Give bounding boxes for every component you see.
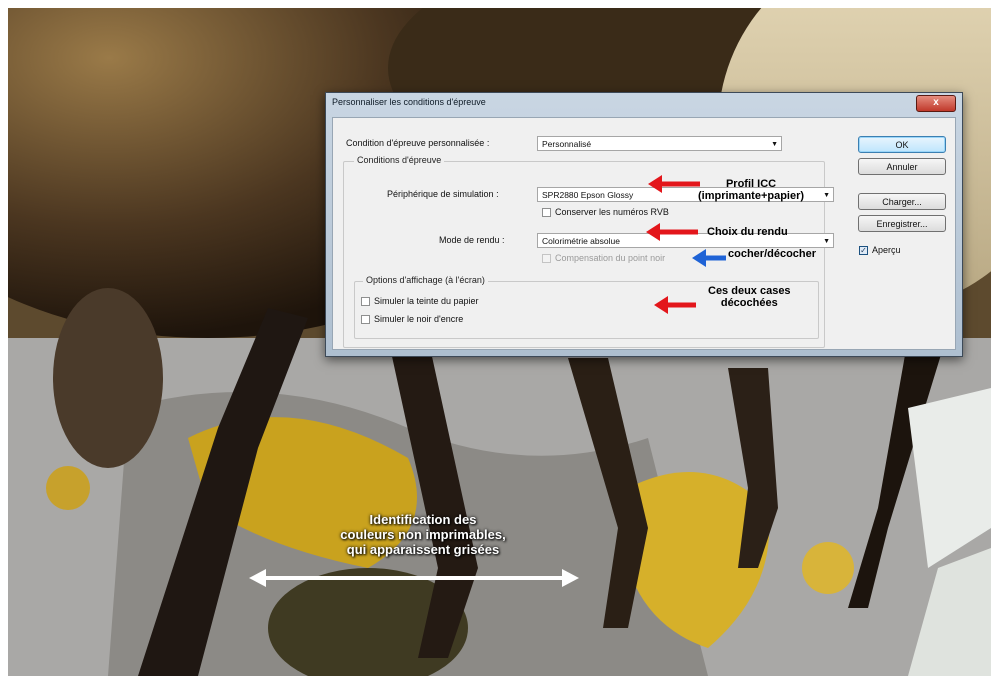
two-boxes-annotation-line2: décochées: [720, 297, 778, 309]
gray-annotation-line1: Identification des: [369, 512, 477, 527]
rendering-annotation: Choix du rendu: [707, 226, 788, 238]
two-boxes-annotation-line1: Ces deux cases: [708, 285, 791, 297]
gray-annotation-line2: couleurs non imprimables,: [340, 527, 506, 542]
gray-colors-annotation: Identification des couleurs non imprimab…: [298, 512, 548, 557]
annotation-arrows: [249, 175, 726, 587]
profile-annotation-line2: (imprimante+papier): [698, 190, 805, 202]
profile-annotation: Profil ICC (imprimante+papier): [698, 178, 804, 202]
red-arrow-rendering: [646, 223, 698, 241]
blue-arrow-black-point: [692, 249, 726, 267]
photo-frame: Personnaliser les conditions d'épreuve x…: [8, 8, 991, 676]
red-arrow-display-options: [654, 296, 696, 314]
profile-annotation-line1: Profil ICC: [725, 178, 777, 190]
red-arrow-profile: [648, 175, 700, 193]
two-boxes-annotation: Ces deux cases décochées: [708, 285, 791, 309]
gray-annotation-line3: qui apparaissent grisées: [346, 542, 500, 557]
white-double-arrow: [249, 569, 579, 587]
check-uncheck-annotation: cocher/décocher: [728, 248, 817, 260]
